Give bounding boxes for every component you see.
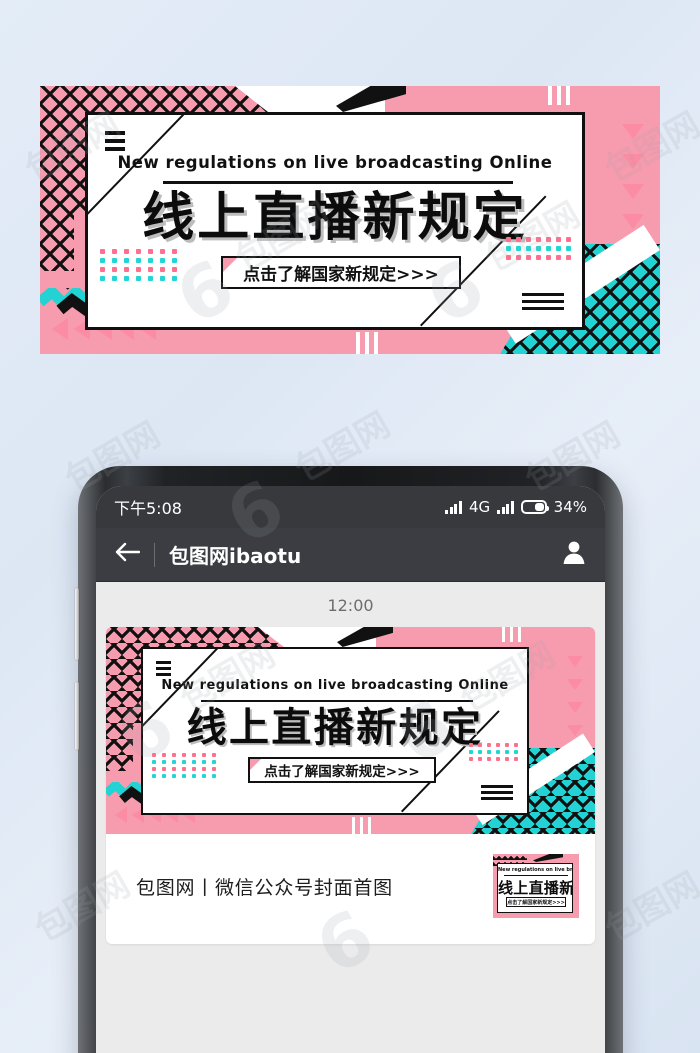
person-avatar-icon[interactable] bbox=[561, 539, 587, 570]
article-thumbnail: New regulations on live broadcasting Onl… bbox=[493, 854, 579, 918]
banner-card: New regulations on live broadcasting Onl… bbox=[85, 112, 585, 330]
bar-group-top bbox=[502, 627, 521, 642]
navbar-divider bbox=[154, 542, 155, 567]
dot-pattern-left-edge bbox=[106, 627, 133, 771]
article-cover-image[interactable]: New regulations on live broadcasting Onl… bbox=[106, 627, 595, 834]
cta-label: 点击了解国家新规定>>> bbox=[264, 764, 420, 780]
bar-group-bottom bbox=[356, 332, 378, 354]
signal-bars-icon bbox=[445, 500, 462, 514]
banner-card: New regulations on live broadcasting Onl… bbox=[141, 647, 529, 815]
cta-button[interactable]: 点击了解国家新规定>>> bbox=[248, 757, 436, 783]
status-time: 下午5:08 bbox=[114, 499, 182, 518]
triangle-down-2 bbox=[567, 679, 583, 690]
phone-mockup: 下午5:08 4G 34% 包图网ibaotu 12:00 New regula… bbox=[75, 466, 623, 1053]
triangle-down-1 bbox=[567, 656, 583, 667]
triangle-left-1 bbox=[52, 318, 68, 340]
triangle-down-3 bbox=[567, 702, 583, 713]
battery-icon bbox=[520, 500, 549, 514]
article-card-footer: 包图网丨微信公众号封面首图 New regulations on live br… bbox=[106, 834, 595, 944]
chat-area: 12:00 New regulations on live broadcasti… bbox=[96, 582, 605, 1053]
thumb-card: New regulations on live broadcasting Onl… bbox=[497, 863, 573, 913]
battery-percent-label: 34% bbox=[553, 498, 587, 516]
volume-up-button[interactable] bbox=[75, 588, 79, 660]
thumb-arrow-edge bbox=[533, 854, 563, 862]
app-navbar: 包图网ibaotu bbox=[96, 528, 605, 582]
equals-lines-icon bbox=[481, 785, 513, 800]
volume-down-button[interactable] bbox=[75, 682, 79, 750]
phone-screen: 下午5:08 4G 34% 包图网ibaotu 12:00 New regula… bbox=[96, 486, 605, 1053]
equals-lines-icon bbox=[522, 293, 564, 310]
message-timestamp: 12:00 bbox=[327, 596, 374, 615]
bar-group-bottom bbox=[352, 817, 371, 834]
dot-grid-left bbox=[152, 753, 222, 781]
triangle-left-1 bbox=[115, 807, 127, 823]
banner-english-title: New regulations on live broadcasting Onl… bbox=[161, 678, 509, 693]
hero-banner-image: New regulations on live broadcasting Onl… bbox=[40, 86, 660, 354]
status-bar: 下午5:08 4G 34% bbox=[96, 486, 605, 528]
hamburger-icon bbox=[105, 131, 125, 151]
triangle-down-1 bbox=[622, 124, 644, 139]
title-divider bbox=[201, 700, 473, 702]
dot-pattern-left-edge bbox=[40, 86, 74, 271]
title-divider bbox=[163, 181, 513, 184]
article-title: 包图网丨微信公众号封面首图 bbox=[136, 876, 393, 899]
dot-grid-left bbox=[100, 249, 184, 285]
thumb-chinese-title: 线上直播新规定 bbox=[498, 879, 572, 897]
dot-grid-right bbox=[469, 743, 523, 764]
banner-english-title: New regulations on live broadcasting Onl… bbox=[117, 153, 553, 172]
cta-corner-triangle bbox=[250, 759, 261, 770]
article-card[interactable]: New regulations on live broadcasting Onl… bbox=[106, 627, 595, 944]
network-type-label: 4G bbox=[468, 498, 491, 516]
hamburger-icon bbox=[156, 661, 171, 676]
signal-bars-icon-2 bbox=[497, 500, 514, 514]
triangle-down-3 bbox=[622, 184, 644, 199]
cta-label: 点击了解国家新规定>>> bbox=[243, 265, 439, 285]
navbar-title: 包图网ibaotu bbox=[169, 544, 302, 568]
thumb-english-title: New regulations on live broadcasting Onl… bbox=[498, 867, 572, 873]
thumb-divider bbox=[504, 875, 568, 876]
cta-corner-triangle bbox=[223, 258, 237, 272]
triangle-down-2 bbox=[622, 154, 644, 169]
bar-group-top bbox=[548, 86, 570, 105]
thumb-cta: 点击了解国家新规定>>> bbox=[506, 897, 566, 907]
cta-button[interactable]: 点击了解国家新规定>>> bbox=[221, 256, 461, 289]
back-arrow-icon[interactable] bbox=[114, 542, 141, 567]
dot-grid-right bbox=[506, 237, 576, 264]
